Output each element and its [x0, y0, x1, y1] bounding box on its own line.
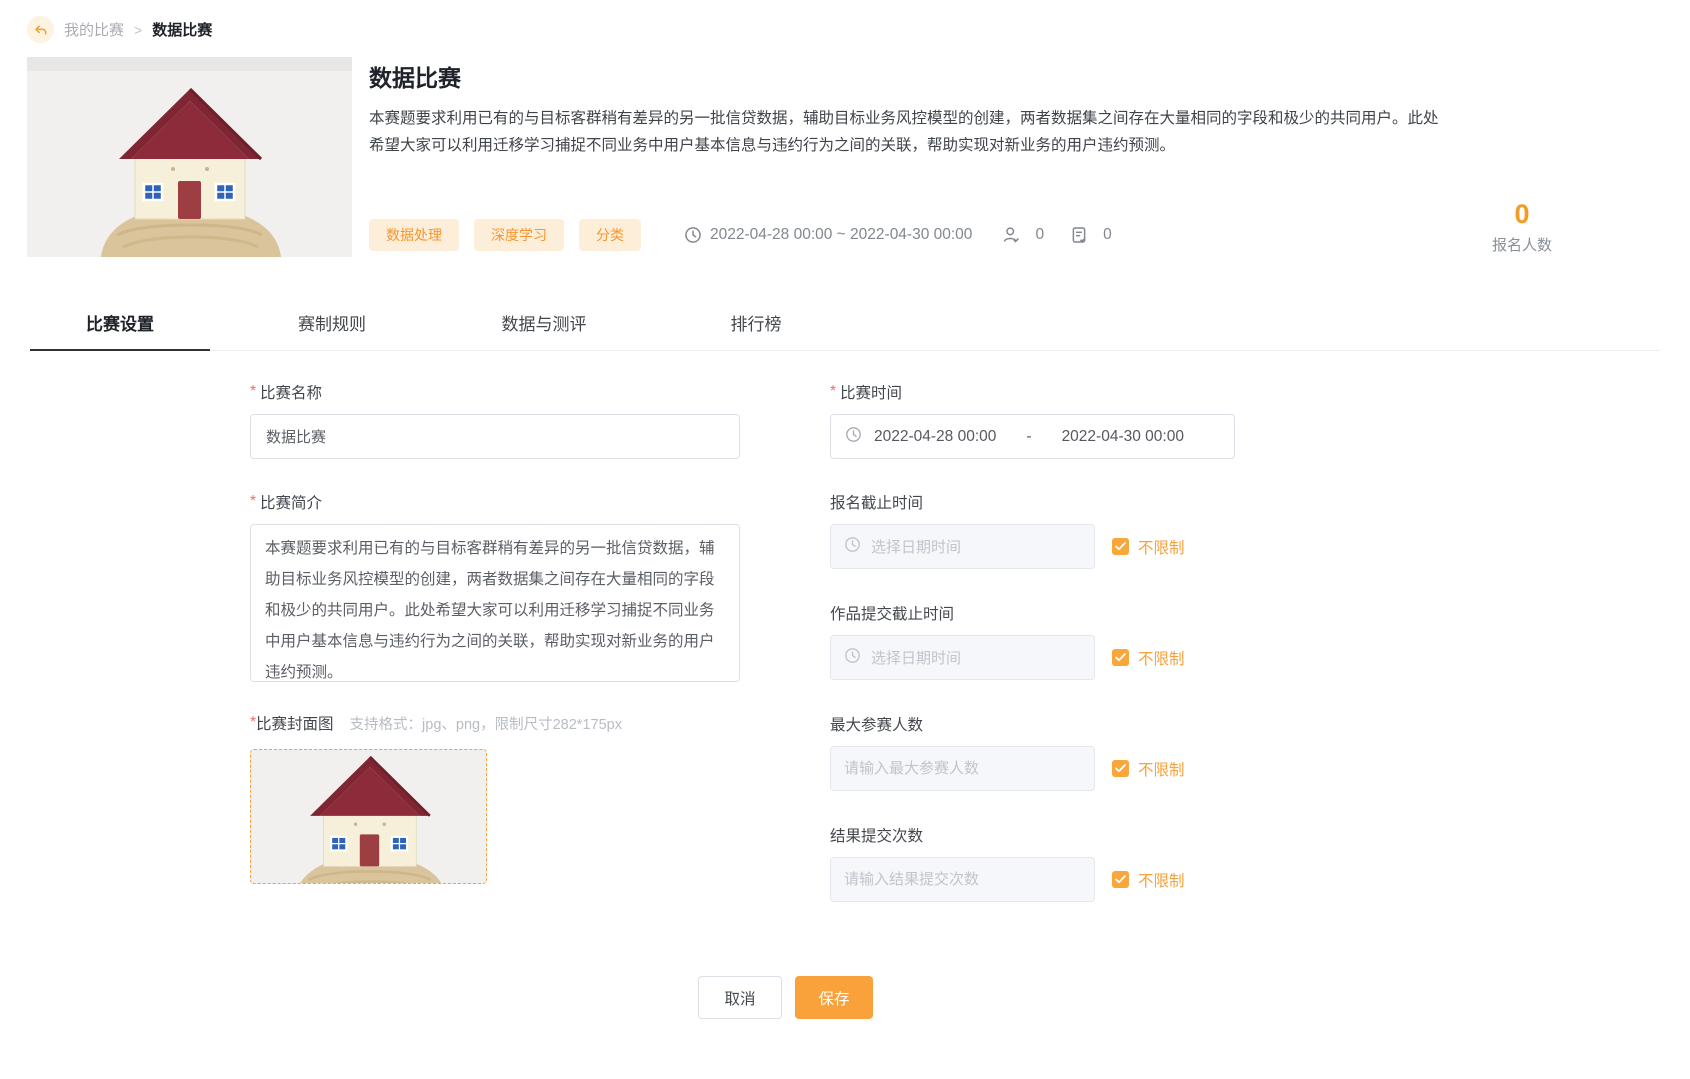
check-icon	[1115, 875, 1126, 884]
competition-intro-textarea[interactable]: 本赛题要求利用已有的与目标客群稍有差异的另一批信贷数据，辅助目标业务风控模型的创…	[250, 524, 740, 682]
clock-icon	[844, 647, 861, 668]
max-participants-unlimited-label[interactable]: 不限制	[1138, 758, 1185, 780]
breadcrumb-my-competitions[interactable]: 我的比赛	[64, 19, 124, 40]
competition-date-range: 2022-04-28 00:00 ~ 2022-04-30 00:00	[684, 226, 972, 244]
result-submissions-input[interactable]	[844, 858, 1081, 901]
max-participants-input-wrap	[830, 746, 1095, 791]
signup-count-value: 0	[1492, 200, 1552, 230]
check-icon	[1115, 653, 1126, 662]
result-submissions-input-wrap	[830, 857, 1095, 902]
result-submissions-unlimited-checkbox[interactable]	[1112, 871, 1129, 888]
competition-time-range-picker[interactable]: 2022-04-28 00:00 - 2022-04-30 00:00	[830, 414, 1235, 459]
clock-icon	[844, 536, 861, 557]
submit-deadline-label: 作品提交截止时间	[830, 602, 1260, 624]
signup-count-stat: 0 报名人数	[1492, 200, 1552, 257]
signup-deadline-placeholder: 选择日期时间	[871, 536, 961, 557]
time-start-value[interactable]: 2022-04-28 00:00	[874, 428, 996, 446]
competition-name-input[interactable]	[250, 414, 740, 459]
clock-icon	[845, 426, 862, 448]
tab-rules[interactable]: 赛制规则	[242, 297, 422, 350]
max-participants-unlimited-checkbox[interactable]	[1112, 760, 1129, 777]
submit-unlimited-label[interactable]: 不限制	[1138, 647, 1185, 669]
competition-intro-label: * 比赛简介	[250, 491, 740, 513]
competition-name-label: * 比赛名称	[250, 381, 740, 403]
signup-unlimited-checkbox[interactable]	[1112, 538, 1129, 555]
clock-icon	[684, 226, 702, 244]
time-end-value[interactable]: 2022-04-30 00:00	[1062, 428, 1184, 446]
tab-data-evaluation[interactable]: 数据与测评	[454, 297, 634, 350]
field-cover-image: * 比赛封面图 支持格式：jpg、png，限制尺寸282*175px	[250, 712, 740, 884]
person-check-icon	[1002, 226, 1020, 244]
tab-bar: 比赛设置 赛制规则 数据与测评 排行榜	[27, 297, 1660, 351]
signup-count-label: 报名人数	[1492, 234, 1552, 255]
cover-image-label: 比赛封面图	[256, 712, 334, 734]
tag-deep-learning: 深度学习	[474, 219, 564, 251]
field-result-submissions: 结果提交次数 不限制	[830, 824, 1260, 902]
participants-count: 0	[1035, 226, 1044, 244]
result-submissions-unlimited-label[interactable]: 不限制	[1138, 869, 1185, 891]
field-max-participants: 最大参赛人数 不限制	[830, 713, 1260, 791]
form-left-column: * 比赛名称 * 比赛简介 本赛题要求利用已有的与目标客群稍有差异的另一批信贷数…	[250, 381, 740, 934]
submit-deadline-picker[interactable]: 选择日期时间	[830, 635, 1095, 680]
field-competition-name: * 比赛名称	[250, 381, 740, 459]
competition-time-label: * 比赛时间	[830, 381, 1260, 403]
cover-image-hint: 支持格式：jpg、png，限制尺寸282*175px	[350, 713, 622, 734]
breadcrumb: 我的比赛 > 数据比赛	[27, 16, 1660, 43]
cancel-button[interactable]: 取消	[698, 976, 782, 1019]
max-participants-label: 最大参赛人数	[830, 713, 1260, 735]
competition-header-info: 数据比赛 本赛题要求利用已有的与目标客群稍有差异的另一批信贷数据，辅助目标业务风…	[369, 57, 1492, 257]
submissions-stat: 0	[1070, 226, 1112, 244]
max-participants-row: 不限制	[830, 746, 1260, 791]
competition-header: 数据比赛 本赛题要求利用已有的与目标客群稍有差异的另一批信贷数据，辅助目标业务风…	[27, 57, 1660, 257]
signup-unlimited-label[interactable]: 不限制	[1138, 536, 1185, 558]
signup-deadline-picker[interactable]: 选择日期时间	[830, 524, 1095, 569]
competition-title: 数据比赛	[369, 59, 1492, 93]
field-competition-intro: * 比赛简介 本赛题要求利用已有的与目标客群稍有差异的另一批信贷数据，辅助目标业…	[250, 491, 740, 682]
required-mark: *	[830, 383, 836, 401]
tag-classification: 分类	[579, 219, 641, 251]
submit-deadline-placeholder: 选择日期时间	[871, 647, 961, 668]
tab-leaderboard[interactable]: 排行榜	[666, 297, 846, 350]
cover-image-upload-preview[interactable]	[250, 749, 487, 884]
save-button[interactable]: 保存	[795, 976, 873, 1019]
check-icon	[1115, 764, 1126, 773]
breadcrumb-current: 数据比赛	[152, 19, 212, 40]
field-submit-deadline: 作品提交截止时间 选择日期时间 不限制	[830, 602, 1260, 680]
signup-deadline-label: 报名截止时间	[830, 491, 1260, 513]
signup-deadline-row: 选择日期时间 不限制	[830, 524, 1260, 569]
field-signup-deadline: 报名截止时间 选择日期时间 不限制	[830, 491, 1260, 569]
form-right-column: * 比赛时间 2022-04-28 00:00 - 2022-04-30 00:…	[830, 381, 1260, 934]
competition-description: 本赛题要求利用已有的与目标客群稍有差异的另一批信贷数据，辅助目标业务风控模型的创…	[369, 105, 1447, 159]
competition-cover-image	[27, 57, 352, 257]
breadcrumb-separator: >	[134, 22, 142, 38]
check-icon	[1115, 542, 1126, 551]
document-check-icon	[1070, 226, 1088, 244]
result-submissions-row: 不限制	[830, 857, 1260, 902]
participants-stat: 0	[1002, 226, 1044, 244]
submissions-count: 0	[1103, 226, 1112, 244]
form-actions: 取消 保存	[698, 976, 1660, 1019]
settings-form: * 比赛名称 * 比赛简介 本赛题要求利用已有的与目标客群稍有差异的另一批信贷数…	[27, 351, 1660, 934]
result-submissions-label: 结果提交次数	[830, 824, 1260, 846]
field-competition-time: * 比赛时间 2022-04-28 00:00 - 2022-04-30 00:…	[830, 381, 1260, 459]
back-arrow-icon	[33, 23, 48, 37]
tab-competition-settings[interactable]: 比赛设置	[30, 297, 210, 350]
required-mark: *	[250, 493, 256, 511]
competition-settings-page: 我的比赛 > 数据比赛 数据比赛 本赛题要求利用已有的与目标客群稍有差异的另一批…	[0, 0, 1690, 1079]
time-range-separator: -	[1026, 428, 1031, 446]
submit-unlimited-checkbox[interactable]	[1112, 649, 1129, 666]
required-mark: *	[250, 383, 256, 401]
back-button[interactable]	[27, 16, 54, 43]
date-range-text: 2022-04-28 00:00 ~ 2022-04-30 00:00	[710, 226, 972, 244]
tag-data-processing: 数据处理	[369, 219, 459, 251]
competition-meta-row: 数据处理 深度学习 分类 2022-04-28 00:00 ~ 2022-04-…	[369, 219, 1492, 257]
submit-deadline-row: 选择日期时间 不限制	[830, 635, 1260, 680]
cover-image-label-row: * 比赛封面图 支持格式：jpg、png，限制尺寸282*175px	[250, 712, 740, 734]
max-participants-input[interactable]	[844, 747, 1081, 790]
